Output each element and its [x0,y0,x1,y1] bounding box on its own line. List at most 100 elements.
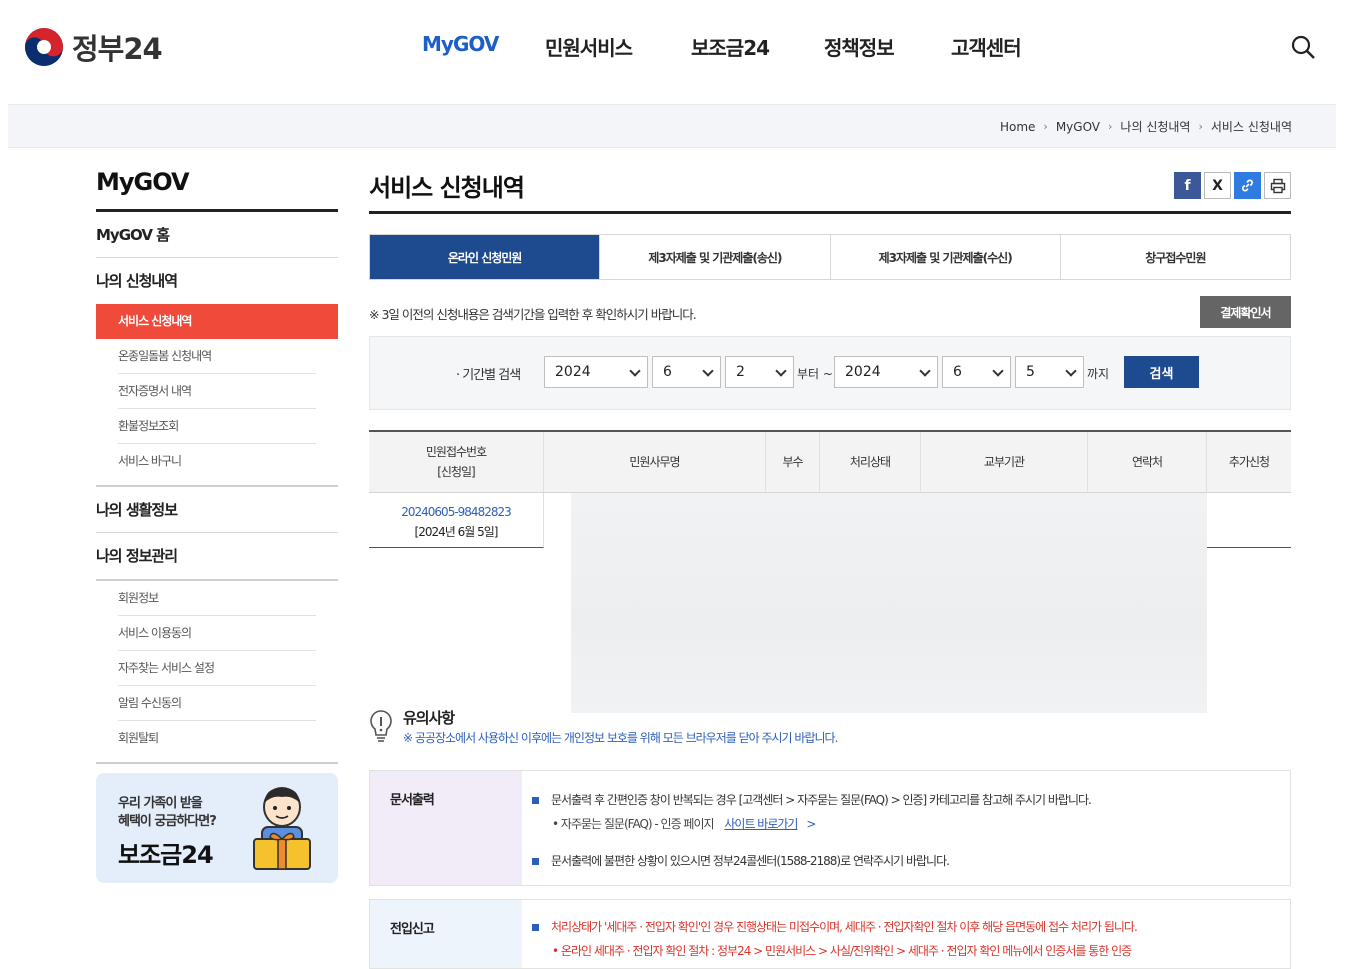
bullet-dot-icon: • [552,817,559,831]
link-copy-icon[interactable] [1234,172,1261,199]
breadcrumb-separator-icon: › [1108,120,1113,133]
sidebar-item-notification-consent[interactable]: 알림 수신동의 [118,686,316,721]
breadcrumb-separator-icon: › [1198,120,1203,133]
receipt-number-link[interactable]: 20240605-98482823 [369,502,543,522]
bullet-square-icon [532,858,539,865]
col-application-date-label: [신청일] [437,465,475,479]
bullet-square-icon [532,797,539,804]
sidebar-group-info-management[interactable]: 나의 정보관리 [96,533,338,579]
site-header: 정부24 MyGOV 민원서비스 보조금24 정책정보 고객센터 [0,0,1364,100]
from-day-select[interactable]: 2 [725,356,794,388]
bullet-square-icon [532,924,539,931]
col-additional: 추가신청 [1228,455,1270,469]
to-day-select[interactable]: 5 [1015,356,1084,388]
col-copies: 부수 [766,432,820,492]
col-service-name: 민원사무명 [544,432,766,492]
main-content: 서비스 신청내역 f X 온라인 신청민원 제3자제출 및 기관제출(송신) 제… [369,168,1291,969]
to-year-select[interactable]: 2024 [834,356,938,388]
info-label-move-in: 전입신고 [370,900,522,968]
breadcrumb-home[interactable]: Home [1000,120,1035,134]
facebook-icon[interactable]: f [1174,172,1201,199]
period-notice: ※ 3일 이전의 신청내용은 검색기간을 입력한 후 확인하시기 바랍니다. [369,307,697,322]
info-text: 문서출력 후 간편인증 창이 반복되는 경우 [고객센터 > 자주묻는 질문(F… [551,793,1092,807]
breadcrumb-mygov[interactable]: MyGOV [1056,120,1100,134]
x-twitter-icon[interactable]: X [1204,172,1231,199]
search-button[interactable]: 검색 [1124,356,1199,388]
search-icon[interactable] [1290,34,1316,60]
to-text: 까지 [1087,367,1110,381]
to-month-select[interactable]: 6 [942,356,1011,388]
tab-third-party-sent[interactable]: 제3자제출 및 기관제출(송신) [600,235,831,279]
share-tools: f X [1174,172,1291,199]
sidebar-item-service-consent[interactable]: 서비스 이용동의 [118,616,316,651]
from-month-select[interactable]: 6 [652,356,721,388]
col-receipt-no-label: 민원접수번호 [425,445,487,459]
tab-counter-applications[interactable]: 창구접수민원 [1060,235,1290,279]
additional-cell [1207,493,1291,548]
breadcrumb-my-applications[interactable]: 나의 신청내역 [1120,118,1190,135]
print-icon[interactable] [1264,172,1291,199]
lightbulb-icon [370,710,392,742]
info-line: 문서출력에 불편한 상황이 있으시면 정부24콜센터(1588-2188)로 연… [532,852,950,869]
from-year-select[interactable]: 2024 [544,356,648,388]
nav-policy-info[interactable]: 정책정보 [824,32,895,61]
sidebar-item-favorite-services[interactable]: 자주찾는 서비스 설정 [118,651,316,686]
tab-online-applications[interactable]: 온라인 신청민원 [370,235,601,279]
site-shortcut-link[interactable]: 사이트 바로가기 [724,817,798,831]
sidebar: MyGOV MyGOV 홈 나의 신청내역 서비스 신청내역 온종일돌봄 신청내… [96,168,338,764]
chevron-right-icon[interactable]: > [806,817,816,831]
payment-receipt-button[interactable]: 결제확인서 [1200,296,1291,328]
tab-third-party-received[interactable]: 제3자제출 및 기관제출(수신) [830,235,1061,279]
nav-civil-service[interactable]: 민원서비스 [545,32,633,61]
info-label-document-print: 문서출력 [370,771,522,885]
redacted-row-content [571,493,1207,713]
promo-line-2: 혜택이 궁금하다면? [118,814,217,829]
sidebar-item-mygov-home[interactable]: MyGOV 홈 [96,212,338,258]
sidebar-item-service-basket[interactable]: 서비스 바구니 [118,444,316,479]
nav-subsidy24[interactable]: 보조금24 [691,32,770,61]
logo-text: 정부24 [72,32,163,66]
caution-text: ※ 공공장소에서 사용하신 이후에는 개인정보 보호를 위해 모든 브라우저를 … [403,731,838,745]
breadcrumb-current[interactable]: 서비스 신청내역 [1211,118,1292,135]
promo-text: 우리 가족이 받을 혜택이 궁금하다면? [118,795,217,831]
nav-customer-center[interactable]: 고객센터 [951,32,1022,61]
info-subline: • 온라인 세대주 · 전입자 확인 절차 : 정부24 > 민원서비스 > 사… [552,942,1132,959]
application-tabs: 온라인 신청민원 제3자제출 및 기관제출(송신) 제3자제출 및 기관제출(수… [369,234,1291,280]
sidebar-submenu-info: 회원정보 서비스 이용동의 자주찾는 서비스 설정 알림 수신동의 회원탈퇴 [96,579,338,764]
sidebar-group-life-info[interactable]: 나의 생활정보 [96,487,338,533]
government-emblem-icon [25,28,63,66]
sidebar-item-allday-care[interactable]: 온종일돌봄 신청내역 [118,339,316,374]
receipt-number-cell: 20240605-98482823 [2024년 6월 5일] [369,493,544,548]
info-box-document-print: 문서출력 문서출력 후 간편인증 창이 반복되는 경우 [고객센터 > 자주묻는… [369,770,1291,886]
table-header: 민원접수번호 [신청일] 민원사무명 부수 처리상태 교부기관 연락처 추가신청 [369,432,1291,493]
info-subtext: 자주묻는 질문(FAQ) - 인증 페이지 [560,817,715,831]
from-text: 부터 ~ [797,367,833,381]
period-search-label: · 기간별 검색 [456,368,521,383]
bullet-dot-icon: • [552,944,559,958]
sidebar-item-withdraw[interactable]: 회원탈퇴 [118,721,316,756]
sidebar-item-service-applications[interactable]: 서비스 신청내역 [96,304,338,339]
site-logo[interactable]: 정부24 [24,26,163,68]
nav-mygov[interactable]: MyGOV [422,32,499,56]
info-subline: • 자주묻는 질문(FAQ) - 인증 페이지 사이트 바로가기 > [552,815,816,832]
breadcrumb: Home › MyGOV › 나의 신청내역 › 서비스 신청내역 [1000,118,1292,135]
page-title: 서비스 신청내역 [369,168,1291,214]
sidebar-group-my-applications[interactable]: 나의 신청내역 [96,258,338,304]
col-issuing-agency: 교부기관 [921,432,1088,492]
sidebar-item-refund-info[interactable]: 환불정보조회 [118,409,316,444]
info-box-move-in: 전입신고 처리상태가 '세대주 · 전입자 확인'인 경우 진행상태는 미접수이… [369,899,1291,969]
info-text: 처리상태가 '세대주 · 전입자 확인'인 경우 진행상태는 미접수이며, 세대… [551,920,1138,934]
info-subtext: 온라인 세대주 · 전입자 확인 절차 : 정부24 > 민원서비스 > 사실/… [560,944,1132,958]
person-with-gift-illustration [253,787,311,870]
subsidy24-promo-banner[interactable]: 우리 가족이 받을 혜택이 궁금하다면? 보조금24 [96,773,338,883]
breadcrumb-bar: Home › MyGOV › 나의 신청내역 › 서비스 신청내역 [8,104,1336,148]
col-contact: 연락처 [1088,432,1207,492]
sidebar-submenu-applications: 서비스 신청내역 온종일돌봄 신청내역 전자증명서 내역 환불정보조회 서비스 … [96,304,338,487]
sidebar-item-member-info[interactable]: 회원정보 [118,581,316,616]
sidebar-title: MyGOV [96,168,338,212]
breadcrumb-separator-icon: › [1043,120,1048,133]
col-receipt-no: 민원접수번호 [신청일] [369,432,544,492]
sidebar-item-e-certificates[interactable]: 전자증명서 내역 [118,374,316,409]
promo-title: 보조금24 [118,841,214,869]
period-search-box: · 기간별 검색 2024 6 2 부터 ~ 2024 6 5 까지 검색 [369,336,1291,410]
